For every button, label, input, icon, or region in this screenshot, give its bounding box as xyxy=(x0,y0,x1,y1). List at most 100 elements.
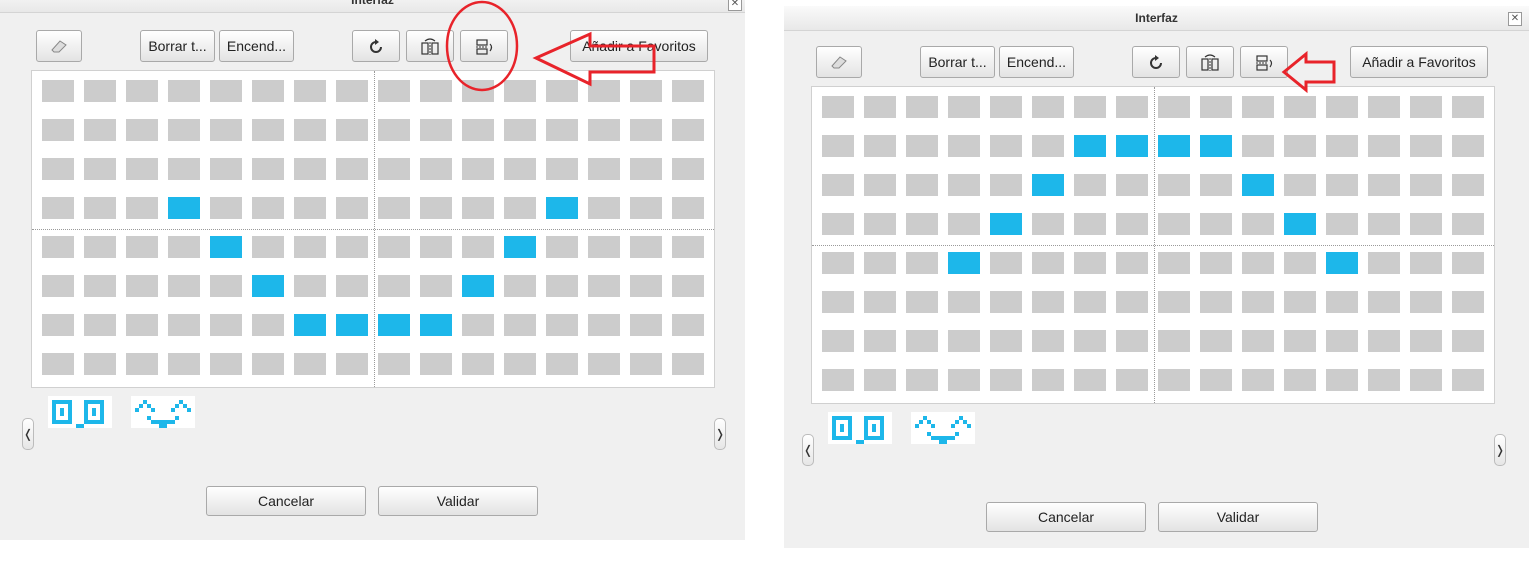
led-cell[interactable] xyxy=(990,330,1022,352)
led-cell[interactable] xyxy=(42,314,74,336)
led-cell[interactable] xyxy=(252,314,284,336)
prev-page-button[interactable]: ❬ xyxy=(802,434,814,466)
led-cell[interactable] xyxy=(948,369,980,391)
led-cell[interactable] xyxy=(906,96,938,118)
led-cell[interactable] xyxy=(864,135,896,157)
led-cell[interactable] xyxy=(672,197,704,219)
led-cell[interactable] xyxy=(906,252,938,274)
next-page-button[interactable]: ❭ xyxy=(714,418,726,450)
led-cell[interactable] xyxy=(462,158,494,180)
led-cell[interactable] xyxy=(1410,330,1442,352)
led-cell[interactable] xyxy=(864,369,896,391)
led-cell[interactable] xyxy=(672,119,704,141)
led-cell[interactable] xyxy=(1074,135,1106,157)
led-cell[interactable] xyxy=(462,119,494,141)
led-cell[interactable] xyxy=(504,314,536,336)
led-cell[interactable] xyxy=(672,353,704,375)
encender-button[interactable]: Encend... xyxy=(219,30,294,62)
led-cell[interactable] xyxy=(252,119,284,141)
rotate-button[interactable] xyxy=(352,30,400,62)
led-cell[interactable] xyxy=(1158,252,1190,274)
led-cell[interactable] xyxy=(168,353,200,375)
led-cell[interactable] xyxy=(336,119,368,141)
led-cell[interactable] xyxy=(462,314,494,336)
led-cell[interactable] xyxy=(822,96,854,118)
led-cell[interactable] xyxy=(42,353,74,375)
led-cell[interactable] xyxy=(420,119,452,141)
led-cell[interactable] xyxy=(588,314,620,336)
led-cell[interactable] xyxy=(252,275,284,297)
led-cell[interactable] xyxy=(948,252,980,274)
led-cell[interactable] xyxy=(1074,96,1106,118)
led-cell[interactable] xyxy=(1368,330,1400,352)
led-cell[interactable] xyxy=(630,275,662,297)
led-cell[interactable] xyxy=(210,236,242,258)
led-cell[interactable] xyxy=(42,197,74,219)
led-cell[interactable] xyxy=(1452,135,1484,157)
led-cell[interactable] xyxy=(1368,135,1400,157)
led-cell[interactable] xyxy=(1410,213,1442,235)
led-matrix-grid[interactable] xyxy=(31,70,715,388)
led-cell[interactable] xyxy=(126,236,158,258)
led-cell[interactable] xyxy=(420,197,452,219)
led-cell[interactable] xyxy=(126,314,158,336)
led-cell[interactable] xyxy=(84,197,116,219)
led-cell[interactable] xyxy=(378,275,410,297)
led-cell[interactable] xyxy=(822,330,854,352)
led-cell[interactable] xyxy=(1242,330,1274,352)
led-cell[interactable] xyxy=(168,119,200,141)
led-cell[interactable] xyxy=(822,174,854,196)
led-cell[interactable] xyxy=(822,291,854,313)
led-cell[interactable] xyxy=(630,119,662,141)
led-cell[interactable] xyxy=(630,158,662,180)
led-cell[interactable] xyxy=(1200,135,1232,157)
led-cell[interactable] xyxy=(588,275,620,297)
led-cell[interactable] xyxy=(42,158,74,180)
led-cell[interactable] xyxy=(504,197,536,219)
led-cell[interactable] xyxy=(1452,213,1484,235)
flip-horizontal-button[interactable] xyxy=(1186,46,1234,78)
borrar-todo-button[interactable]: Borrar t... xyxy=(920,46,995,78)
led-cell[interactable] xyxy=(1032,213,1064,235)
led-cell[interactable] xyxy=(822,135,854,157)
led-cell[interactable] xyxy=(42,275,74,297)
led-cell[interactable] xyxy=(1116,174,1148,196)
led-cell[interactable] xyxy=(84,236,116,258)
thumbnail-eyes-open[interactable] xyxy=(828,412,892,444)
led-cell[interactable] xyxy=(630,236,662,258)
led-cell[interactable] xyxy=(420,158,452,180)
led-cell[interactable] xyxy=(84,275,116,297)
led-cell[interactable] xyxy=(1242,369,1274,391)
led-cell[interactable] xyxy=(84,80,116,102)
led-cell[interactable] xyxy=(1032,96,1064,118)
led-cell[interactable] xyxy=(504,119,536,141)
led-cell[interactable] xyxy=(588,158,620,180)
led-cell[interactable] xyxy=(1368,291,1400,313)
led-cell[interactable] xyxy=(462,275,494,297)
led-cell[interactable] xyxy=(1116,135,1148,157)
led-cell[interactable] xyxy=(126,197,158,219)
led-cell[interactable] xyxy=(1368,252,1400,274)
led-cell[interactable] xyxy=(1284,174,1316,196)
led-cell[interactable] xyxy=(1452,330,1484,352)
led-cell[interactable] xyxy=(210,314,242,336)
led-cell[interactable] xyxy=(948,135,980,157)
led-cell[interactable] xyxy=(1284,330,1316,352)
led-cell[interactable] xyxy=(42,80,74,102)
led-cell[interactable] xyxy=(420,314,452,336)
led-cell[interactable] xyxy=(1074,252,1106,274)
cancel-button[interactable]: Cancelar xyxy=(986,502,1146,532)
led-cell[interactable] xyxy=(948,330,980,352)
led-cell[interactable] xyxy=(1284,135,1316,157)
led-cell[interactable] xyxy=(990,135,1022,157)
borrar-todo-button[interactable]: Borrar t... xyxy=(140,30,215,62)
led-cell[interactable] xyxy=(1242,135,1274,157)
led-cell[interactable] xyxy=(864,252,896,274)
led-cell[interactable] xyxy=(1116,369,1148,391)
led-cell[interactable] xyxy=(1326,252,1358,274)
led-cell[interactable] xyxy=(588,197,620,219)
led-cell[interactable] xyxy=(168,158,200,180)
led-cell[interactable] xyxy=(336,80,368,102)
led-cell[interactable] xyxy=(948,213,980,235)
led-cell[interactable] xyxy=(1032,135,1064,157)
